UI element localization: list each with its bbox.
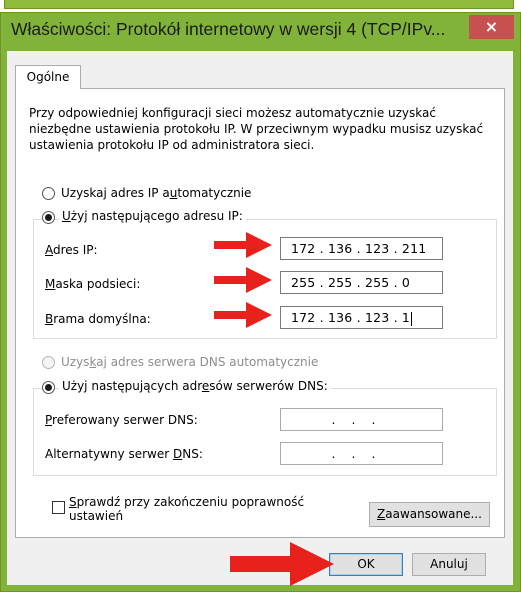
radio-obtain-dns-auto-label: Uzyskaj adres serwera DNS automatycznie <box>61 355 319 369</box>
radio-obtain-dns-auto[interactable] <box>42 356 55 369</box>
radio-obtain-ip-auto-label: Uzyskaj adres IP automatycznie <box>61 186 252 200</box>
validate-settings-checkbox[interactable] <box>52 501 65 514</box>
preferred-dns-input[interactable]: ... <box>280 408 443 431</box>
tab-general[interactable]: Ogólne <box>15 65 81 89</box>
radio-use-following-dns[interactable] <box>42 381 55 394</box>
ip-address-input[interactable]: 172 . 136 . 123 . 211 <box>280 237 443 260</box>
radio-use-following-ip-label: Użyj następującego adresu IP: <box>59 209 246 223</box>
alternate-dns-input[interactable]: ... <box>280 442 443 465</box>
preferred-dns-label: Preferowany serwer DNS: <box>45 413 198 427</box>
description-text: Przy odpowiedniej konfiguracji sieci moż… <box>29 106 484 152</box>
alternate-dns-label: Alternatywny serwer DNS: <box>45 447 203 461</box>
ip-address-label: Adres IP: <box>45 243 98 257</box>
annotation-arrow-mask-icon <box>214 267 272 293</box>
radio-obtain-ip-auto[interactable] <box>42 187 55 200</box>
validate-settings-label: Sprawdź przy zakończeniu poprawność usta… <box>69 495 305 523</box>
annotation-arrow-gateway-icon <box>214 302 272 328</box>
title-bar[interactable]: Właściwości: Protokół internetowy w wers… <box>1 13 520 51</box>
default-gateway-value: 172 . 136 . 123 . 1 <box>291 310 411 325</box>
annotation-arrow-ok-icon <box>230 542 334 586</box>
subnet-mask-input[interactable]: 255 . 255 . 255 . 0 <box>280 271 443 294</box>
radio-use-following-ip[interactable] <box>42 211 55 224</box>
subnet-mask-label: Maska podsieci: <box>45 277 141 291</box>
close-button[interactable]: × <box>469 15 514 39</box>
text-caret <box>411 311 413 326</box>
default-gateway-label: Brama domyślna: <box>45 312 151 326</box>
close-icon: × <box>484 17 499 36</box>
background-window-edge <box>0 0 521 12</box>
advanced-button[interactable]: Zaawansowane... <box>369 502 490 527</box>
default-gateway-input[interactable]: 172 . 136 . 123 . 1 <box>280 306 443 329</box>
ok-button[interactable]: OK <box>329 553 403 576</box>
radio-use-following-dns-label: Użyj następujących adresów serwerów DNS: <box>59 379 331 393</box>
cancel-button[interactable]: Anuluj <box>412 553 486 576</box>
annotation-arrow-ip-icon <box>214 232 272 258</box>
window-title: Właściwości: Protokół internetowy w wers… <box>11 19 446 39</box>
